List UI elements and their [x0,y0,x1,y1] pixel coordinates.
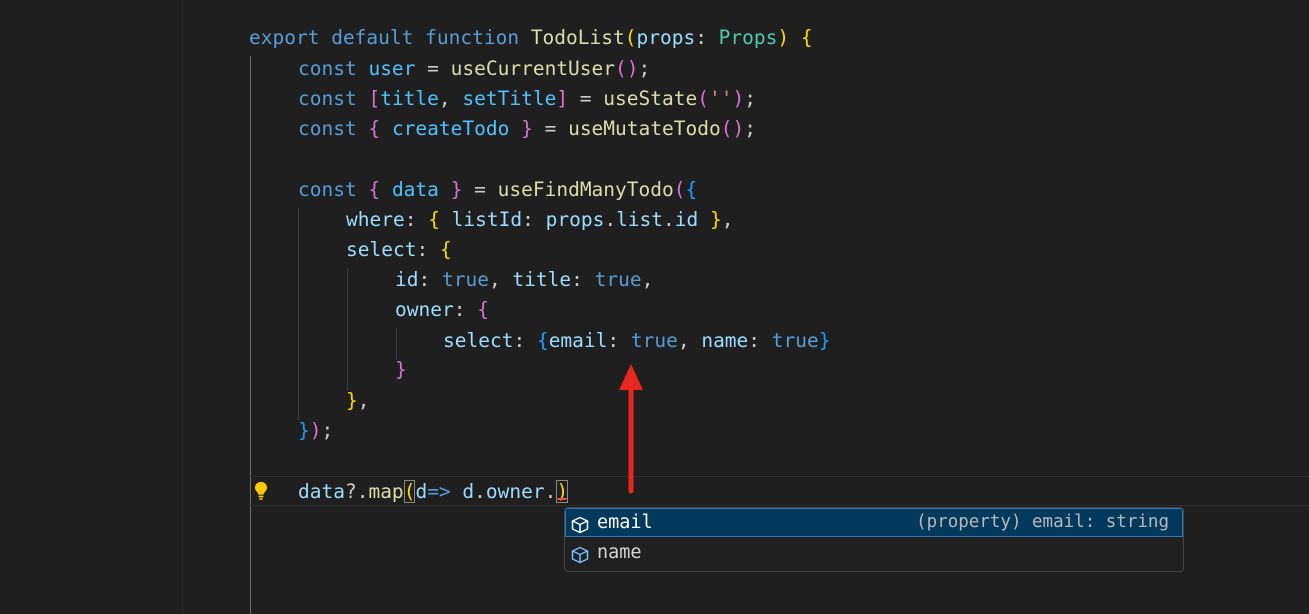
annotation-arrow [619,364,643,494]
code-editor[interactable]: export default function TodoList(props: … [0,0,1309,614]
